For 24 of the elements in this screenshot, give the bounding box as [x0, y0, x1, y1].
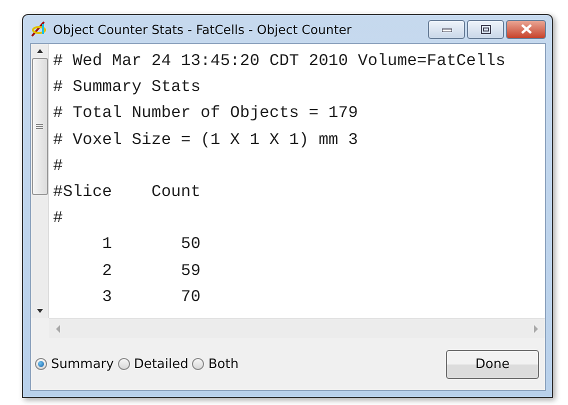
- close-button[interactable]: [506, 20, 546, 38]
- radio-option[interactable]: Both: [192, 356, 239, 372]
- text-line: # Wed Mar 24 13:45:20 CDT 2010 Volume=FatCells: [53, 50, 506, 72]
- done-button[interactable]: Done: [446, 350, 539, 378]
- vertical-scrollbar[interactable]: [31, 44, 49, 318]
- text-line: # Voxel Size = (1 X 1 X 1) mm 3: [53, 128, 359, 151]
- text-line: # Summary Stats: [53, 76, 202, 98]
- minimize-button[interactable]: [428, 20, 465, 38]
- scroll-thumb[interactable]: [32, 58, 48, 195]
- minimize-icon[interactable]: [442, 26, 452, 32]
- maximize-icon[interactable]: [480, 24, 490, 34]
- radio-option[interactable]: Summary: [35, 356, 114, 372]
- radio-option[interactable]: Detailed: [118, 356, 188, 372]
- text-line: #Slice Count: [53, 181, 202, 204]
- maximize-button[interactable]: [467, 20, 504, 38]
- text-line: 1 50: [101, 233, 202, 256]
- text-line: #: [53, 154, 64, 177]
- app-logo-icon: [30, 20, 48, 38]
- text-line: # Total Number of Objects = 179: [53, 102, 359, 124]
- text-line: #: [53, 207, 64, 230]
- close-icon[interactable]: [520, 24, 532, 34]
- text-line: 2 59: [101, 260, 202, 282]
- window-title: Object Counter Stats - FatCells - Object Counter: [53, 22, 353, 36]
- text-line: 3 70: [101, 286, 202, 308]
